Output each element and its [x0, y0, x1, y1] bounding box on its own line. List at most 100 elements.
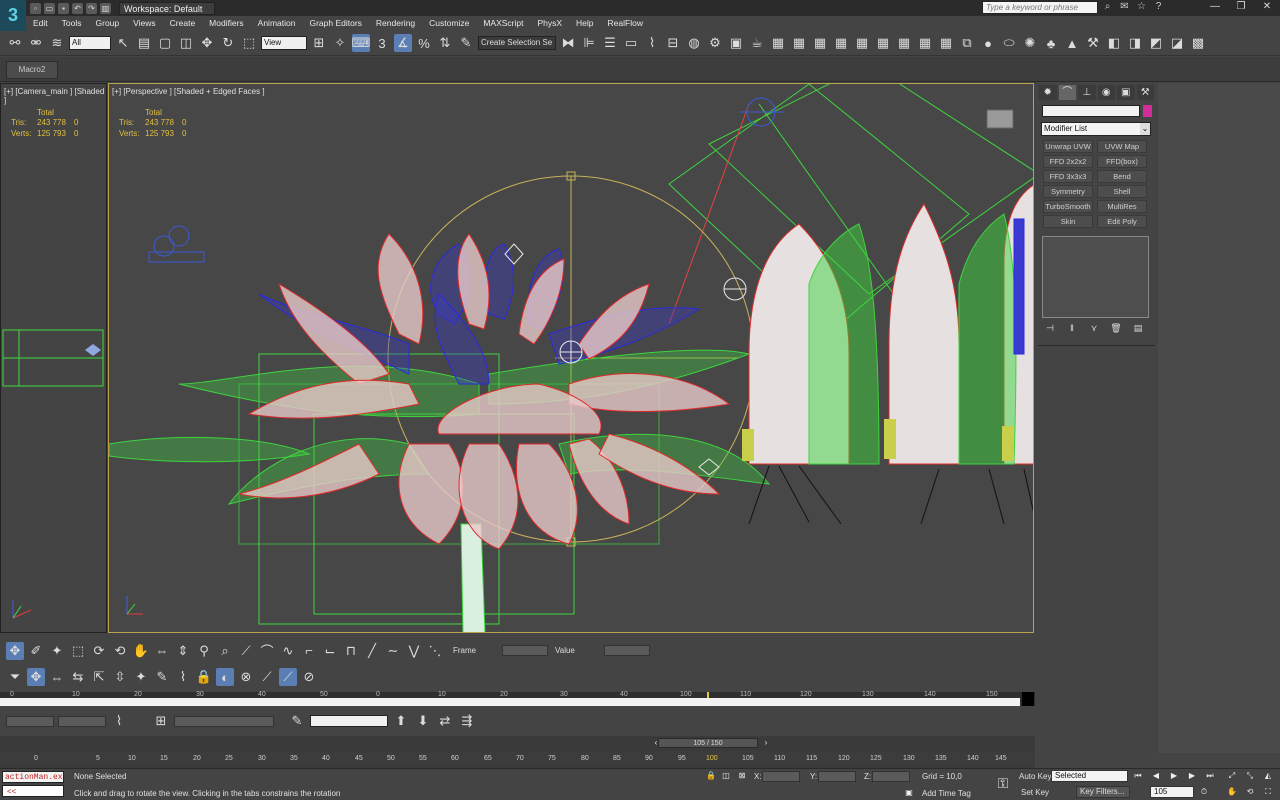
workspace-dropdown[interactable]: Workspace: Default: [119, 1, 215, 15]
scale-keys-icon[interactable]: ⇱: [90, 668, 108, 686]
bind-space-warp-icon[interactable]: ≋: [48, 34, 66, 52]
curve-view-icon[interactable]: ⌇: [174, 668, 192, 686]
maxscript-prompt[interactable]: <<: [2, 785, 64, 797]
move-keys-horizontal-icon[interactable]: ✥: [27, 668, 45, 686]
configure-modifier-sets-icon[interactable]: ▤: [1131, 323, 1145, 335]
object-color-swatch[interactable]: [1143, 105, 1152, 117]
zoom-region-icon[interactable]: ⌕: [216, 642, 234, 660]
menu-modifiers[interactable]: Modifiers: [202, 16, 250, 31]
add-time-tag-icon[interactable]: ▣: [903, 787, 915, 799]
copy-icon[interactable]: ⧉: [958, 34, 976, 52]
menu-customize[interactable]: Customize: [422, 16, 476, 31]
favorites-icon[interactable]: ☆: [1136, 1, 1147, 13]
pivot-center-icon[interactable]: ⊞: [310, 34, 328, 52]
set-key-mode-icon[interactable]: ⚿: [992, 776, 1014, 790]
material-editor-icon[interactable]: ◍: [685, 34, 703, 52]
set-tangents-auto-icon[interactable]: ⌒: [258, 642, 276, 660]
viewport-label[interactable]: [+] [Perspective ] [Shaded + Edged Faces…: [112, 87, 265, 96]
menu-maxscript[interactable]: MAXScript: [476, 16, 530, 31]
snaps-toggle-icon[interactable]: 3: [373, 34, 391, 52]
percent-snap-icon[interactable]: %: [415, 34, 433, 52]
pan-icon[interactable]: ✋: [132, 642, 150, 660]
region-keys-icon[interactable]: ⬚: [69, 642, 87, 660]
ffd-3x3x3-button[interactable]: FFD 3x3x3: [1043, 170, 1093, 183]
edit-named-selection-icon[interactable]: ✎: [457, 34, 475, 52]
add-keys-icon[interactable]: ✦: [48, 642, 66, 660]
retime-all-icon[interactable]: ⟲: [111, 642, 129, 660]
particle-icon[interactable]: ✺: [1021, 34, 1039, 52]
set-tangents-slow-icon[interactable]: ⌙: [321, 642, 339, 660]
window-crossing-icon[interactable]: ◫: [177, 34, 195, 52]
key-tool-2-icon[interactable]: ⬇: [414, 712, 432, 730]
motion-tab-icon[interactable]: ◉: [1097, 85, 1115, 100]
zoom-extents-icon[interactable]: ⤢: [1226, 770, 1238, 782]
show-all-tangents-icon[interactable]: ⟋: [279, 668, 297, 686]
move-keys-vertical-icon[interactable]: ⇔: [48, 668, 66, 686]
snap-frames-icon[interactable]: ◐: [216, 668, 234, 686]
bend-button[interactable]: Bend: [1097, 170, 1147, 183]
menu-create[interactable]: Create: [163, 16, 203, 31]
close-button[interactable]: ✕: [1254, 0, 1280, 15]
lock-selection-icon[interactable]: 🔒: [705, 770, 717, 782]
set-tangents-smooth-icon[interactable]: ∼: [384, 642, 402, 660]
track-bar[interactable]: 0 10 20 30 40 50 0 10 20 30 40 100 110 1…: [0, 691, 1035, 706]
display-tab-icon[interactable]: ▣: [1117, 85, 1135, 100]
tool-2-icon[interactable]: ◨: [1126, 34, 1144, 52]
frame-field[interactable]: [502, 645, 548, 656]
redo-icon[interactable]: ↷: [86, 2, 97, 14]
edit-poly-button[interactable]: Edit Poly: [1097, 215, 1147, 228]
create-tab-icon[interactable]: ✹: [1039, 85, 1057, 100]
set-key-button[interactable]: Set Key: [1021, 788, 1049, 797]
show-tangents-icon[interactable]: ⟋: [258, 668, 276, 686]
script-button-9-icon[interactable]: ▦: [937, 34, 955, 52]
render-setup-icon[interactable]: ⚙: [706, 34, 724, 52]
project-icon[interactable]: ▥: [100, 2, 111, 14]
isolate-icon[interactable]: ◫: [720, 770, 732, 782]
draw-curves-icon[interactable]: ✐: [27, 642, 45, 660]
tool-1-icon[interactable]: ◧: [1105, 34, 1123, 52]
rec-icon[interactable]: ✎: [288, 712, 306, 730]
shell-button[interactable]: Shell: [1097, 185, 1147, 198]
modifier-list-dropdown[interactable]: Modifier List ⌄: [1041, 122, 1151, 136]
search-icon[interactable]: ⌕: [1102, 1, 1113, 13]
turbosmooth-button[interactable]: TurboSmooth: [1043, 200, 1093, 213]
unify-tangents-icon[interactable]: ⋱: [426, 642, 444, 660]
mirror-icon[interactable]: ⧓: [559, 34, 577, 52]
curve-editor-icon[interactable]: ⌇: [643, 34, 661, 52]
key-selection-dropdown[interactable]: Selected: [1051, 770, 1128, 782]
maximize-button[interactable]: ❐: [1228, 0, 1254, 15]
menu-tools[interactable]: Tools: [55, 16, 89, 31]
tool-4-icon[interactable]: ◪: [1168, 34, 1186, 52]
make-unique-icon[interactable]: ⋎: [1087, 323, 1101, 335]
key-dropdown[interactable]: [310, 715, 388, 727]
angle-snap-icon[interactable]: ∡: [394, 34, 412, 52]
current-frame-field[interactable]: 105: [1150, 786, 1194, 798]
auto-key-button[interactable]: Auto Key: [1019, 772, 1051, 781]
lock-tangents-icon[interactable]: ⊘: [300, 668, 318, 686]
search-input[interactable]: Type a keyword or phrase: [982, 1, 1098, 14]
scale-values-icon[interactable]: ⇳: [111, 668, 129, 686]
key-filters-button[interactable]: Key Filters...: [1076, 786, 1130, 798]
minimize-button[interactable]: —: [1202, 0, 1228, 15]
undo-icon[interactable]: ↶: [72, 2, 83, 14]
key-mode-icon[interactable]: ⊞: [152, 712, 170, 730]
set-tangents-fast-icon[interactable]: ⌐: [300, 642, 318, 660]
frame-value-icon[interactable]: ⇕: [174, 642, 192, 660]
cone-icon[interactable]: ▲: [1063, 34, 1081, 52]
menu-edit[interactable]: Edit: [26, 16, 55, 31]
select-object-icon[interactable]: ↖: [114, 34, 132, 52]
camera-viewport[interactable]: [+] [Camera_main ] [Shaded ] Total Tris:…: [0, 83, 107, 633]
perspective-viewport[interactable]: [+] [Perspective ] [Shaded + Edged Faces…: [108, 83, 1034, 633]
maxscript-listener[interactable]: actionMan.ex: [2, 771, 64, 783]
script-button-3-icon[interactable]: ▦: [811, 34, 829, 52]
skin-button[interactable]: Skin: [1043, 215, 1093, 228]
tool-3-icon[interactable]: ◩: [1147, 34, 1165, 52]
toggle-ribbon-icon[interactable]: ▭: [622, 34, 640, 52]
app-logo-icon[interactable]: 3: [0, 0, 26, 32]
symmetry-button[interactable]: Symmetry: [1043, 185, 1093, 198]
go-to-start-icon[interactable]: ⏮: [1132, 770, 1144, 782]
selection-lock-icon[interactable]: ⊠: [736, 770, 748, 782]
menu-physx[interactable]: PhysX: [530, 16, 569, 31]
menu-help[interactable]: Help: [569, 16, 600, 31]
ffd-box-button[interactable]: FFD(box): [1097, 155, 1147, 168]
